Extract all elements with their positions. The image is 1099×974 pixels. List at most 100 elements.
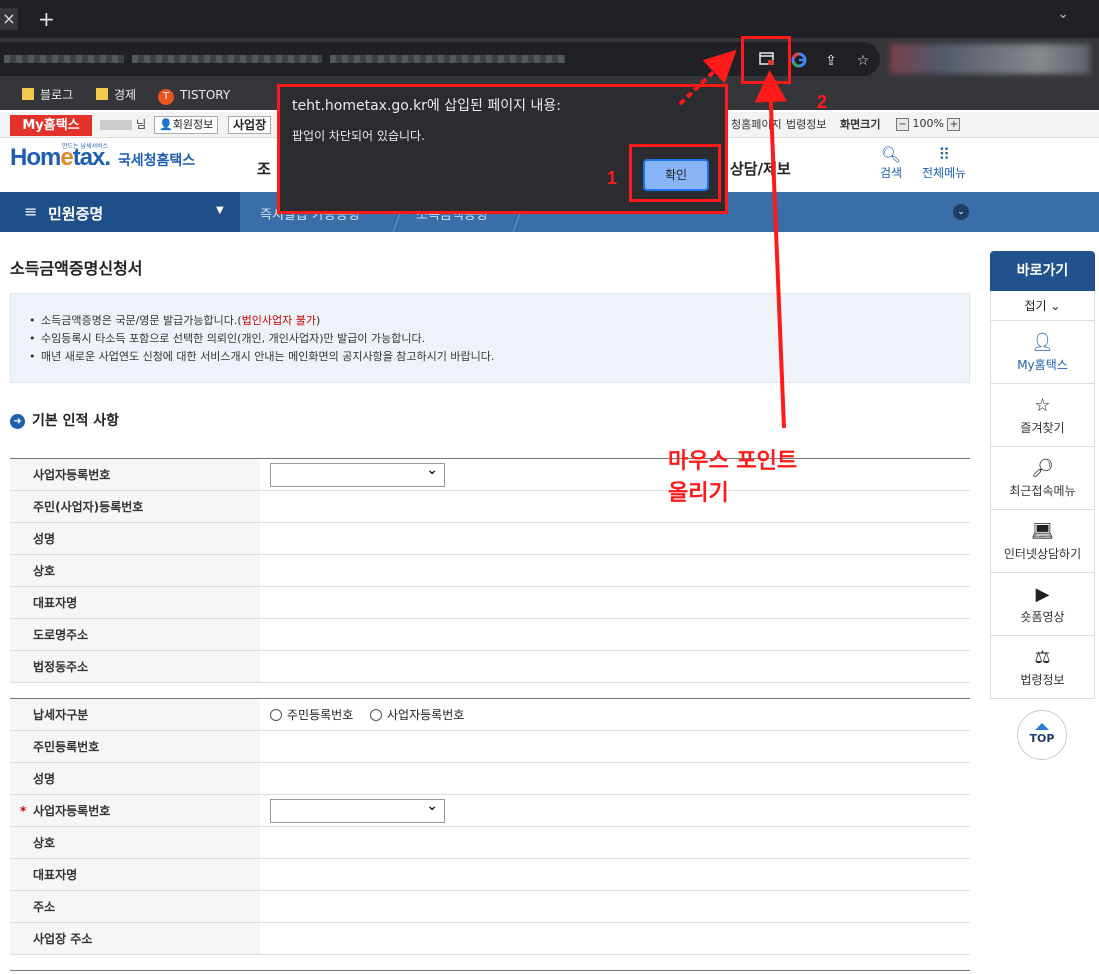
taxpayer-info-table: 납세자구분 주민등록번호 사업자등록번호 주민등록번호 성명 * 사업자등록번호 … [10,698,970,955]
zoom-in-button[interactable]: + [947,118,961,131]
table-row: 주민등록번호 [10,731,970,763]
table-row: 도로명주소 [10,619,970,651]
table-row: * 사업자등록번호 [10,795,970,827]
quick-fold-button[interactable]: 접기 ⌄ [990,291,1095,321]
zoom-out-button[interactable]: − [896,118,909,131]
quick-favorites[interactable]: ☆ 즐겨찾기 [990,384,1095,447]
section-menu[interactable]: ≡ 민원증명 ▼ [0,192,240,232]
quick-short-video[interactable]: ▶ 숏폼영상 [990,573,1095,636]
table-row: 주민(사업자)등록번호 [10,491,970,523]
scroll-top-button[interactable]: TOP [1017,710,1067,760]
browser-toolbar: ⇪ ☆ [0,38,1099,80]
quick-links-panel: 바로가기 접기 ⌄ 👤︎ My홈택스 ☆ 즐겨찾기 🔎︎ 최근접속메뉴 💻︎ 인터넷상담… [990,251,1095,699]
table-row: 대표자명 [10,859,970,891]
table-row: 상호 [10,555,970,587]
member-info-button[interactable]: 👤회원정보 [154,116,219,134]
blurred-username [100,120,132,130]
notice-line: 수임등록시 타소득 포함으로 선택한 의뢰인(개인, 개인사업자)만 발급이 가… [29,330,969,348]
gnb-menu-partial[interactable]: 조 [257,158,271,179]
dropdown-arrow-icon: ▼ [216,205,224,216]
notice-line: 소득금액증명은 국문/영문 발급가능합니다.(법인사업자 불가) [29,312,969,330]
tistory-icon: T [158,89,174,105]
bookmark-blog[interactable]: 블로그 [22,87,73,103]
page-title: 소득금액증명신청서 [10,259,143,278]
radio-circle-icon [270,709,282,721]
arrow-circle-icon: ➜ [10,414,25,429]
business-button[interactable]: 사업장 [228,116,272,134]
table-row: 성명 [10,523,970,555]
popup-blocked-alert: teht.hometax.go.kr에 삽입된 페이지 내용: 팝업이 차단되어… [277,84,728,214]
blurred-extensions [890,44,1090,74]
search-button[interactable]: 🔍︎ 검색 [880,146,902,181]
bookmark-star-icon[interactable]: ☆ [854,52,872,70]
logo-subtitle: 국세청홈택스 [117,153,196,169]
table-row: 대표자명 [10,587,970,619]
radio-resident-number[interactable]: 주민등록번호 [270,708,353,722]
radio-circle-icon [370,709,382,721]
law-info-link[interactable]: 법령정보 [786,118,826,132]
zoom-control: − 100% + [896,117,961,131]
notice-box: 소득금액증명은 국문/영문 발급가능합니다.(법인사업자 불가) 수임등록시 타… [10,293,970,383]
search-icon: 🔍︎ [880,145,902,164]
logo-tagline: 만드는 납세서비스 [62,143,109,150]
recent-search-icon: 🔎︎ [1031,458,1054,479]
annotation-icon-highlight [741,36,791,84]
user-suffix: 님 [136,118,147,131]
google-icon[interactable] [790,52,808,70]
table-row: 상호 [10,827,970,859]
user-icon: 👤 [159,118,173,131]
share-icon[interactable]: ⇪ [822,52,840,70]
blurred-url [4,55,124,63]
alert-title: teht.hometax.go.kr에 삽입된 페이지 내용: [292,98,561,114]
browser-tab-bar: × + ⌄ [0,0,1099,38]
business-number-select[interactable] [270,462,445,487]
table-row: 성명 [10,763,970,795]
quick-my-hometax[interactable]: 👤︎ My홈택스 [990,321,1095,384]
new-tab-button[interactable]: + [38,6,55,32]
alert-ok-button[interactable]: 확인 [643,159,709,191]
bookmark-economy[interactable]: 경제 [96,87,136,103]
section-title: ➜ 기본 인적 사항 [10,410,119,430]
all-menu-button[interactable]: ⠿ 전체메뉴 [922,146,966,181]
expand-icon[interactable]: ⌄ [953,204,969,220]
tab-search-chevron-icon[interactable]: ⌄ [1057,6,1069,22]
star-icon: ☆ [1034,395,1051,416]
annotation-number-1: 1 [607,168,618,188]
quick-recent-menu[interactable]: 🔎︎ 최근접속메뉴 [990,447,1095,510]
table-row: 사업장 주소 [10,923,970,955]
table-row: 납세자구분 주민등록번호 사업자등록번호 [10,699,970,731]
gnb-consult-report[interactable]: 상담/제보 [730,158,791,179]
annotation-text: 마우스 포인트 올리기 [668,449,798,506]
quick-online-consult[interactable]: 💻︎ 인터넷상담하기 [990,510,1095,573]
annotation-number-2: 2 [817,92,828,112]
quick-law-info[interactable]: ⚖︎ 법령정보 [990,636,1095,699]
hometax-logo[interactable]: 만드는 납세서비스 Hometax. 국세청홈택스 [10,143,196,172]
up-arrow-icon [1035,723,1049,730]
table-row: 사업자등록번호 [10,459,970,491]
table-row: 주소 [10,891,970,923]
my-hometax-badge[interactable]: My홈택스 [10,115,92,136]
close-tab-icon[interactable]: × [0,8,18,30]
zoom-value: 100% [912,117,944,130]
table-divider [10,970,970,971]
hamburger-icon: ≡ [24,202,38,221]
table-row: 법정동주소 [10,651,970,683]
folder-icon [22,88,34,100]
required-mark: * [20,804,27,818]
radio-business-number[interactable]: 사업자등록번호 [370,708,464,722]
blurred-url [132,55,322,63]
laptop-check-icon: 💻︎ [1031,521,1054,542]
taxpayer-business-select[interactable] [270,798,445,823]
notice-line: 매년 새로운 사업연도 신청에 대한 서비스개시 안내는 메인화면의 공지사항을… [29,348,969,366]
homepage-link[interactable]: 청홈페이지 [731,118,782,132]
grid-menu-icon: ⠿ [938,145,950,164]
blurred-url [330,55,565,63]
quick-links-title: 바로가기 [990,251,1095,291]
bookmark-tistory[interactable]: T TISTORY [158,87,230,105]
play-icon: ▶ [1035,584,1050,605]
screen-size-label: 화면크기 [840,118,881,131]
gavel-icon: ⚖︎ [1034,647,1051,668]
folder-icon [96,88,108,100]
user-icon: 👤︎ [1031,332,1054,353]
alert-message: 팝업이 차단되어 있습니다. [292,129,425,143]
